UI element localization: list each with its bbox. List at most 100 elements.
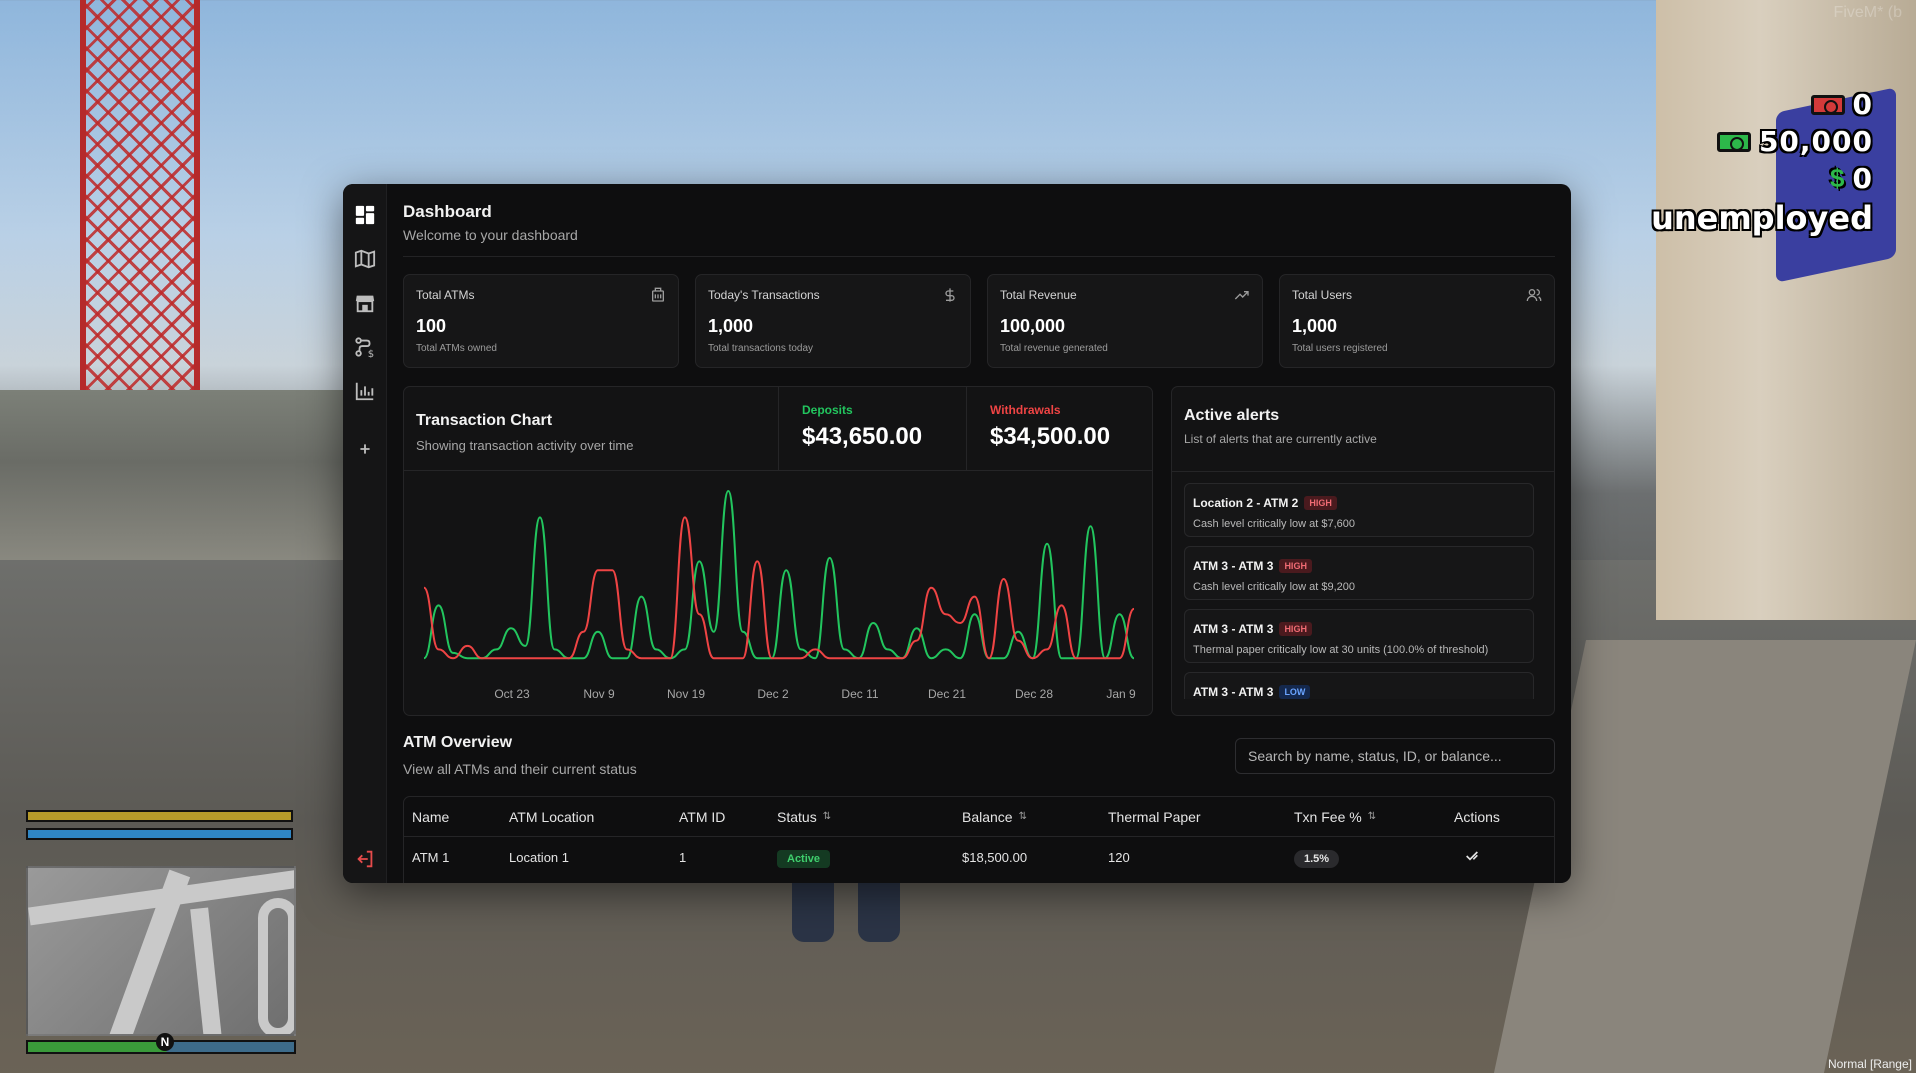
route-dollar-icon: $ — [355, 337, 374, 358]
column-header-status[interactable]: Status ⇅ — [769, 809, 954, 825]
withdrawals-value: $34,500.00 — [990, 423, 1111, 450]
alert-desc: Cash level critically low at $7,600 — [1193, 518, 1356, 530]
alerts-divider — [1172, 471, 1554, 472]
column-header-location[interactable]: ATM Location — [501, 809, 671, 825]
cell-status: Active — [769, 849, 954, 868]
cell-name: ATM 1 — [412, 849, 450, 865]
sort-icon: ⇅ — [822, 811, 832, 822]
minimap — [26, 866, 296, 1036]
sidebar-item-map[interactable] — [354, 248, 376, 270]
alert-item[interactable]: Location 2 - ATM 2 HIGH Cash level critic… — [1184, 483, 1534, 537]
sidebar-item-dashboard[interactable] — [354, 204, 376, 226]
x-tick-label: Dec 21 — [928, 687, 966, 701]
alert-name: ATM 3 - ATM 3 — [1193, 559, 1274, 573]
transaction-line-chart[interactable]: Oct 23 Nov 9 Nov 19 Dec 2 Dec 11 Dec 21 Dec 28… — [404, 471, 1153, 716]
header-divider — [403, 256, 1555, 257]
series-line-deposits — [423, 489, 1135, 660]
stamina-bar — [26, 828, 293, 840]
stat-label: Total Users — [1292, 288, 1353, 302]
cell-thermal-paper: 120 — [1108, 849, 1130, 865]
series-line-withdrawals — [423, 516, 1135, 660]
column-header-atm-id[interactable]: ATM ID — [671, 809, 769, 825]
column-header-name[interactable]: Name — [404, 809, 501, 825]
fee-badge: 1.5% — [1294, 849, 1340, 868]
sort-icon: ⇅ — [1367, 811, 1377, 822]
x-tick-label: Dec 2 — [757, 687, 789, 701]
stat-card-revenue: Total Revenue 100,000 Total revenue gene… — [987, 274, 1263, 368]
atm-icon — [652, 287, 664, 302]
transaction-chart-card: Transaction Chart Showing transaction ac… — [403, 386, 1153, 716]
deposits-value: $43,650.00 — [802, 423, 923, 450]
x-tick-label: Nov 9 — [583, 687, 615, 701]
active-alerts-card: Active alerts List of alerts that are cu… — [1171, 386, 1555, 716]
deposits-kpi[interactable]: Deposits $43,650.00 — [778, 387, 966, 471]
cash-amount: 50,000 — [1758, 125, 1873, 158]
column-label: ATM ID — [679, 808, 726, 825]
column-header-balance[interactable]: Balance ⇅ — [954, 809, 1100, 825]
column-header-thermal-paper[interactable]: Thermal Paper — [1100, 809, 1286, 825]
chart-title: Transaction Chart — [416, 412, 553, 429]
sidebar: $ — [343, 184, 387, 883]
x-tick-label: Dec 28 — [1015, 687, 1053, 701]
x-tick-label: Dec 11 — [841, 687, 878, 701]
atm-table: Name ATM Location ATM ID Status ⇅ Balance… — [403, 796, 1555, 883]
column-label: Name — [412, 808, 450, 825]
alert-item[interactable]: ATM 3 - ATM 3 HIGH Cash level critically … — [1184, 546, 1534, 600]
stats-row: Total ATMs 100 Total ATMs owned Today's … — [403, 274, 1555, 368]
row-actions-icon[interactable] — [1464, 848, 1480, 864]
trending-up-icon — [1234, 291, 1249, 300]
sidebar-item-reports[interactable] — [354, 380, 376, 402]
bank-row: 0 — [1651, 88, 1873, 121]
bridge — [0, 390, 345, 570]
column-label: Actions — [1454, 808, 1500, 825]
search-input[interactable] — [1235, 738, 1555, 774]
stat-value: 100,000 — [1000, 316, 1066, 336]
alert-item[interactable]: ATM 3 - ATM 3 HIGH Thermal paper critical… — [1184, 609, 1534, 663]
stat-card-users: Total Users 1,000 Total users registered — [1279, 274, 1555, 368]
alerts-title: Active alerts — [1184, 407, 1280, 424]
column-label: ATM Location — [509, 808, 595, 825]
overview-title: ATM Overview — [403, 734, 513, 751]
bank-amount: 0 — [1852, 88, 1873, 121]
store-icon — [355, 295, 375, 313]
cell-txn-fee: 1.5% — [1286, 849, 1446, 868]
alert-item[interactable]: ATM 3 - ATM 3 LOW — [1184, 672, 1534, 699]
atm-dashboard-panel: $ Dashboard Welcome to your dashboard To… — [343, 184, 1571, 883]
stat-card-total-atms: Total ATMs 100 Total ATMs owned — [403, 274, 679, 368]
cell-balance: $18,500.00 — [962, 849, 1028, 865]
player-character — [792, 882, 908, 942]
compass-north: N — [156, 1033, 174, 1051]
armor-bar — [26, 810, 293, 822]
sidebar-item-store[interactable] — [354, 292, 376, 314]
sidebar-item-add[interactable] — [354, 438, 376, 460]
bar-chart-icon — [355, 382, 374, 401]
stat-label: Today's Transactions — [708, 288, 820, 302]
table-row[interactable]: ATM 1 Location 1 1 Active $18,500.00 120… — [404, 837, 1554, 877]
alert-name: ATM 3 - ATM 3 — [1193, 622, 1274, 636]
withdrawals-kpi[interactable]: Withdrawals $34,500.00 — [966, 387, 1152, 471]
alerts-list[interactable]: Location 2 - ATM 2 HIGH Cash level critic… — [1184, 483, 1534, 699]
column-label: Thermal Paper — [1108, 808, 1201, 825]
overview-subtitle: View all ATMs and their current status — [403, 761, 637, 777]
cash-icon — [1716, 131, 1751, 152]
column-header-txn-fee[interactable]: Txn Fee % ⇅ — [1286, 809, 1446, 825]
cell-location: Location 1 — [509, 849, 569, 865]
cell-actions — [1446, 848, 1546, 867]
severity-badge: HIGH — [1279, 622, 1312, 636]
status-bars — [26, 810, 293, 846]
logout-icon — [357, 850, 373, 868]
severity-badge: LOW — [1279, 685, 1311, 699]
logout-button[interactable] — [354, 848, 376, 870]
cash-row: 50,000 — [1651, 125, 1873, 158]
alerts-subtitle: List of alerts that are currently active — [1184, 432, 1377, 446]
stat-card-transactions: Today's Transactions 1,000 Total transac… — [695, 274, 971, 368]
main-content: Dashboard Welcome to your dashboard Tota… — [403, 184, 1555, 883]
x-tick-label: Nov 19 — [667, 687, 705, 701]
column-label: Txn Fee % — [1294, 808, 1362, 825]
job-label: unemployed — [1651, 199, 1873, 237]
sidebar-item-transactions[interactable]: $ — [354, 336, 376, 358]
alert-name: Location 2 - ATM 2 — [1193, 496, 1299, 510]
voice-range-status: Normal [Range] — [1827, 1057, 1912, 1071]
stat-value: 1,000 — [1292, 316, 1338, 336]
bank-cash-icon — [1810, 94, 1845, 115]
